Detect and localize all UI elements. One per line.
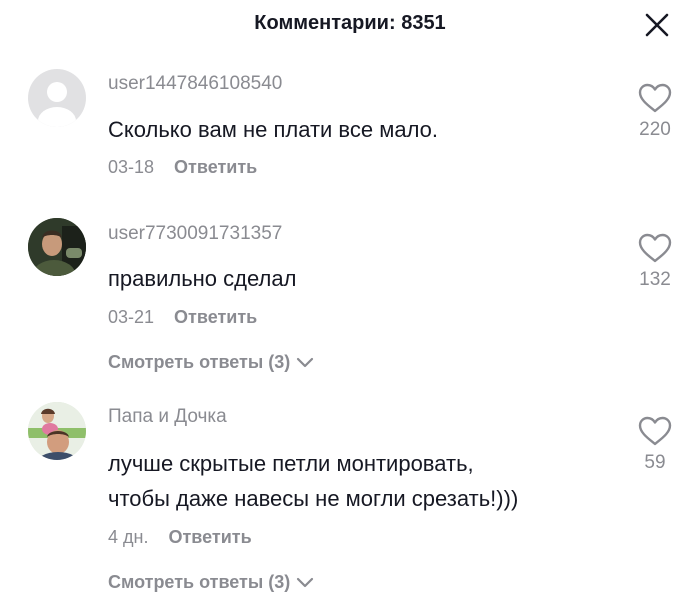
comment-date: 03-21 (108, 307, 155, 327)
reply-button[interactable]: Ответить (168, 527, 251, 547)
comment-meta: 4 дн. Ответить (108, 527, 252, 548)
comment-text: Сколько вам не плати все мало. (108, 117, 438, 142)
like-count: 132 (639, 269, 671, 290)
like-count: 220 (639, 119, 671, 140)
avatar[interactable] (28, 69, 86, 127)
comment-text: правильно сделал (108, 266, 297, 291)
view-replies-label: Смотреть ответы (3) (108, 352, 291, 372)
comment-meta: 03-18 Ответить (108, 157, 257, 178)
reply-button[interactable]: Ответить (174, 157, 257, 177)
comment-date: 03-18 (108, 157, 155, 177)
heart-outline-icon (638, 416, 672, 446)
comment-text-line: лучше скрытые петли монтировать, (108, 451, 474, 476)
comment-meta: 03-21 Ответить (108, 307, 257, 328)
like-count: 59 (644, 452, 666, 473)
avatar[interactable] (28, 402, 86, 460)
like-button[interactable]: 132 (620, 233, 690, 291)
comment-text: лучше скрытые петли монтировать, чтобы д… (108, 446, 608, 516)
comment-username[interactable]: user1447846108540 (108, 73, 282, 95)
comments-header: Комментарии: 8351 (0, 0, 700, 48)
user-photo-avatar (28, 402, 86, 460)
comment-text-line: чтобы даже навесы не могли срезать!))) (108, 486, 519, 511)
close-icon (645, 13, 669, 37)
reply-button[interactable]: Ответить (174, 307, 257, 327)
heart-outline-icon (638, 83, 672, 113)
default-avatar-icon (38, 82, 76, 127)
comment-date: 4 дн. (108, 527, 149, 547)
heart-outline-icon (638, 233, 672, 263)
comment-username[interactable]: Папа и Дочка (108, 406, 227, 428)
like-button[interactable]: 220 (620, 83, 690, 141)
close-button[interactable] (640, 8, 674, 42)
view-replies-button[interactable]: Смотреть ответы (3) (108, 352, 314, 373)
avatar[interactable] (28, 218, 86, 276)
chevron-down-icon (297, 358, 314, 368)
view-replies-button[interactable]: Смотреть ответы (3) (108, 572, 314, 593)
like-button[interactable]: 59 (620, 416, 690, 474)
comment-username[interactable]: user7730091731357 (108, 223, 282, 245)
comments-title: Комментарии: 8351 (254, 12, 446, 34)
view-replies-label: Смотреть ответы (3) (108, 572, 291, 592)
chevron-down-icon (297, 578, 314, 588)
user-photo-avatar (28, 218, 86, 276)
